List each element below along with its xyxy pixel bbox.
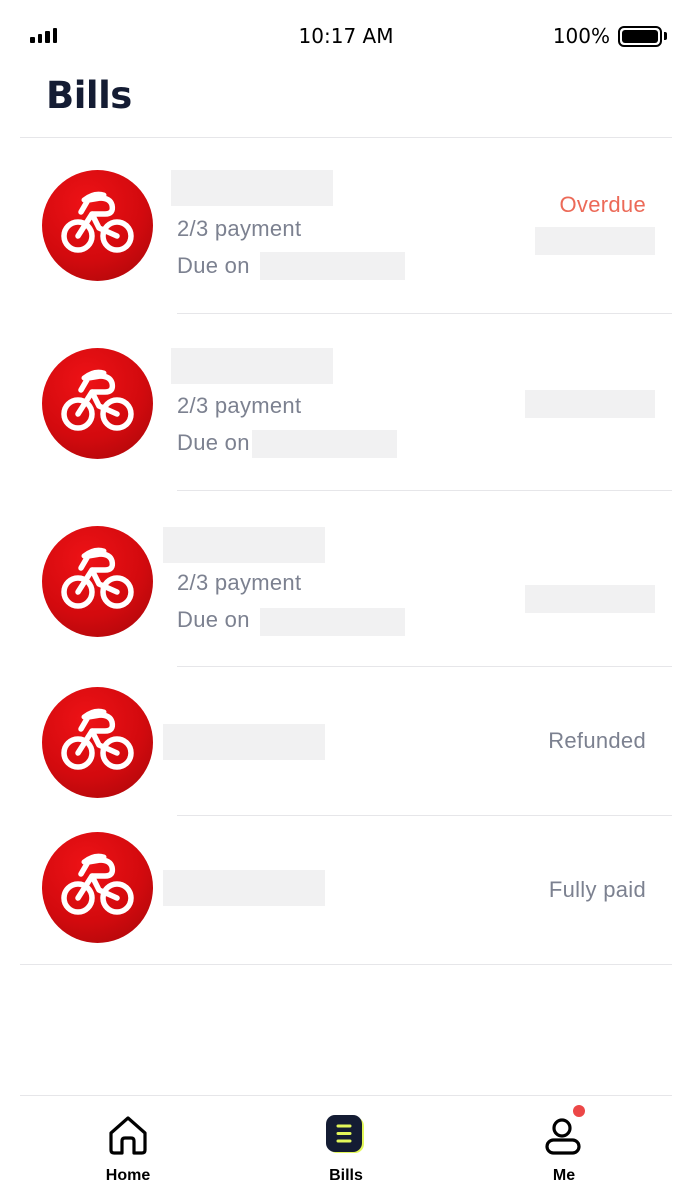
amount-redacted	[535, 227, 655, 255]
bicycle-logo-icon	[42, 687, 153, 798]
due-label: Due on	[177, 607, 250, 632]
amount-redacted	[525, 390, 655, 418]
profile-icon	[545, 1118, 581, 1155]
bill-row[interactable]: Refunded	[0, 667, 692, 815]
bicycle-logo-icon	[42, 348, 153, 459]
home-icon	[109, 1116, 147, 1155]
list-bottom-divider	[20, 964, 672, 965]
tab-bills[interactable]: Bills	[286, 1103, 406, 1193]
merchant-name-redacted	[163, 870, 325, 906]
tab-bar: Home Bills Me	[0, 1095, 692, 1200]
tab-home-label: Home	[105, 1167, 151, 1184]
bicycle-logo-icon	[42, 832, 153, 943]
installment-label: 2/3 payment	[177, 570, 302, 595]
merchant-name-redacted	[163, 724, 325, 760]
battery-full-icon	[618, 26, 662, 47]
tab-bills-label: Bills	[329, 1167, 363, 1184]
bill-status: Refunded	[548, 728, 646, 753]
bicycle-logo-icon	[42, 170, 153, 281]
bills-icon	[326, 1115, 364, 1153]
installment-label: 2/3 payment	[177, 393, 302, 418]
bill-row[interactable]: 2/3 payment Due on	[0, 314, 692, 490]
bill-row[interactable]: 2/3 payment Due on Overdue	[0, 138, 692, 314]
page-title: Bills	[46, 74, 132, 117]
amount-redacted	[525, 585, 655, 613]
installment-label: 2/3 payment	[177, 216, 302, 241]
merchant-name-redacted	[163, 527, 325, 563]
battery-tip	[664, 32, 667, 40]
tab-me-label: Me	[552, 1167, 576, 1184]
bill-status: Overdue	[559, 192, 646, 217]
due-date-redacted	[252, 430, 397, 458]
tab-home[interactable]: Home	[68, 1103, 188, 1193]
due-label: Due on	[177, 430, 250, 455]
bill-row[interactable]: 2/3 payment Due on	[0, 491, 692, 667]
merchant-name-redacted	[171, 170, 333, 206]
notification-badge	[573, 1105, 585, 1117]
battery-percent: 100%	[552, 24, 610, 48]
merchant-name-redacted	[171, 348, 333, 384]
tab-me[interactable]: Me	[504, 1103, 624, 1193]
bicycle-logo-icon	[42, 526, 153, 637]
bill-status: Fully paid	[548, 877, 646, 902]
bill-row[interactable]: Fully paid	[0, 816, 692, 964]
due-date-redacted	[260, 608, 405, 636]
status-bar: 10:17 AM 100%	[0, 0, 692, 72]
due-label: Due on	[177, 253, 250, 278]
due-date-redacted	[260, 252, 405, 280]
